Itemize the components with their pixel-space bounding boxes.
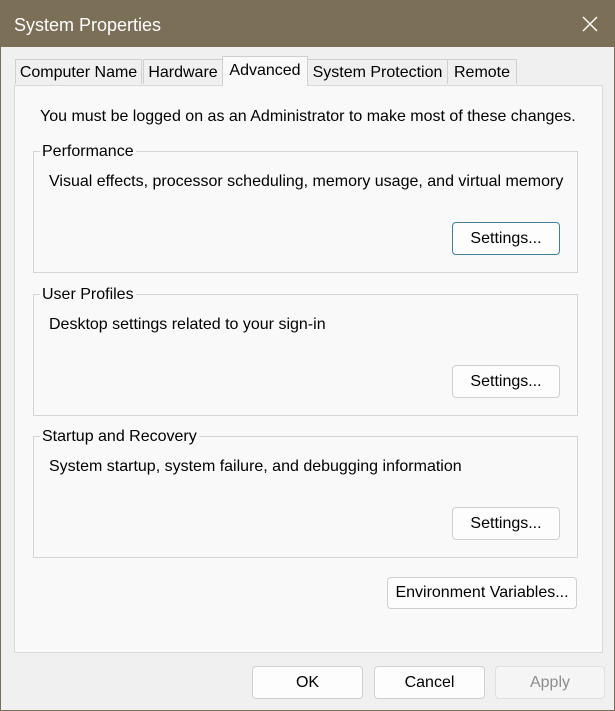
startup-recovery-description: System startup, system failure, and debu… [49,458,462,475]
apply-button[interactable]: Apply [495,666,605,699]
tab-advanced[interactable]: Advanced [222,56,308,86]
tab-label: Advanced [229,62,301,79]
tab-computer-name[interactable]: Computer Name [15,59,142,84]
tab-label: System Protection [312,64,443,81]
button-label: Settings... [470,514,542,532]
performance-group-title: Performance [40,142,136,162]
tab-remote[interactable]: Remote [447,59,517,84]
environment-variables-button[interactable]: Environment Variables... [387,577,577,609]
startup-recovery-group-title: Startup and Recovery [40,427,199,447]
admin-note: You must be logged on as an Administrato… [40,108,576,125]
cancel-button[interactable]: Cancel [374,666,485,699]
system-properties-window: System Properties Computer Name Hardware… [0,0,615,711]
button-label: Apply [529,673,571,691]
startup-recovery-settings-button[interactable]: Settings... [452,507,560,540]
ok-button[interactable]: OK [252,666,363,699]
button-label: Settings... [470,229,542,247]
tab-label: Computer Name [19,64,138,81]
performance-settings-button[interactable]: Settings... [452,222,560,255]
button-label: Cancel [404,673,455,691]
window-title: System Properties [14,15,162,35]
tab-system-protection[interactable]: System Protection [307,59,448,84]
user-profiles-group-title: User Profiles [40,285,136,305]
user-profiles-description: Desktop settings related to your sign-in [49,316,326,333]
button-label: OK [295,673,320,691]
tab-label: Remote [453,64,511,81]
user-profiles-settings-button[interactable]: Settings... [452,365,560,398]
button-label: Settings... [470,372,542,390]
tab-label: Hardware [148,64,218,81]
close-button[interactable] [566,1,614,47]
close-icon [582,16,598,32]
performance-description: Visual effects, processor scheduling, me… [49,173,564,190]
tab-hardware[interactable]: Hardware [143,59,223,84]
title-bar[interactable]: System Properties [1,1,614,47]
button-label: Environment Variables... [395,584,569,601]
